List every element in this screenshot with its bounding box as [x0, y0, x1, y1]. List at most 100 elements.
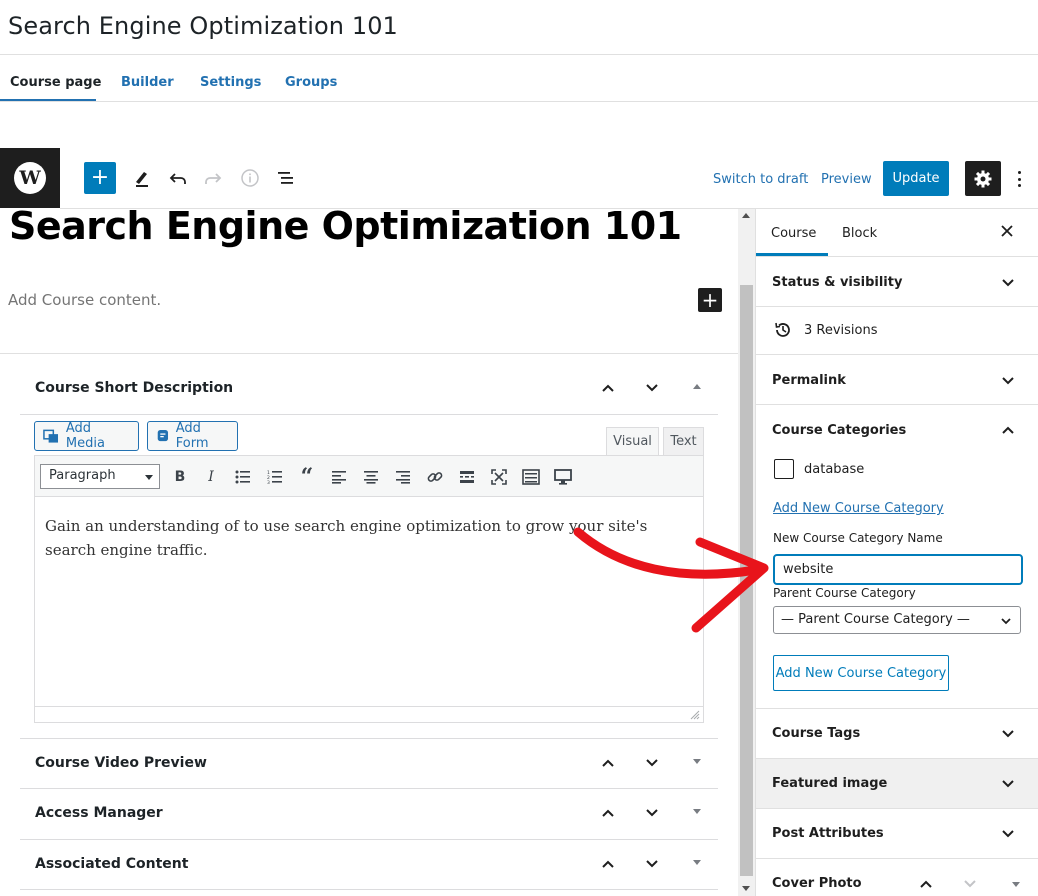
list-view-button[interactable]: [270, 162, 302, 194]
add-media-button[interactable]: Add Media: [34, 421, 139, 451]
move-up-button[interactable]: [596, 852, 620, 876]
metabox-title: Access Manager: [35, 805, 163, 821]
dropdown-caret-icon: [145, 475, 153, 480]
read-more-icon[interactable]: [456, 466, 478, 488]
scrollbar-thumb[interactable]: [740, 285, 753, 876]
more-options-button[interactable]: [1011, 168, 1027, 190]
tab-text[interactable]: Text: [663, 427, 704, 456]
switch-to-draft-button[interactable]: Switch to draft: [713, 172, 808, 187]
panel-status-visibility[interactable]: Status & visibility: [756, 256, 1038, 306]
tab-visual[interactable]: Visual: [606, 427, 659, 456]
post-title[interactable]: Search Engine Optimization 101: [9, 204, 682, 248]
toggle-panel-button[interactable]: [693, 384, 701, 389]
redo-button[interactable]: [197, 162, 229, 194]
undo-button[interactable]: [162, 162, 194, 194]
chevron-down-icon: [1001, 618, 1011, 625]
content-divider: [0, 353, 738, 354]
panel-revisions[interactable]: 3 Revisions: [756, 306, 1038, 354]
inline-add-block-button[interactable]: +: [698, 288, 722, 312]
move-down-button[interactable]: [640, 751, 664, 775]
editor-statusbar: [35, 706, 703, 722]
fullscreen-icon[interactable]: [488, 466, 510, 488]
toggle-panel-button[interactable]: [693, 809, 701, 814]
monitor-icon[interactable]: [552, 466, 574, 488]
panel-course-tags[interactable]: Course Tags: [756, 708, 1038, 758]
resize-handle-icon[interactable]: [690, 710, 700, 720]
metabox-title: Course Short Description: [35, 380, 234, 396]
move-down-button[interactable]: [640, 801, 664, 825]
wordpress-logo-button[interactable]: W: [0, 148, 60, 208]
plus-icon: +: [90, 165, 110, 190]
italic-icon[interactable]: I: [200, 466, 222, 488]
numbered-list-icon[interactable]: 123: [264, 466, 286, 488]
content-placeholder[interactable]: Add Course content.: [8, 291, 161, 309]
form-icon: [157, 429, 169, 442]
tab-builder[interactable]: Builder: [121, 75, 174, 90]
add-new-category-link[interactable]: Add New Course Category: [773, 501, 944, 516]
panel-title[interactable]: Course Categories: [772, 423, 906, 438]
undo-icon: [169, 173, 186, 184]
panel-cover-photo[interactable]: Cover Photo: [756, 858, 1038, 896]
tools-button[interactable]: [126, 162, 158, 194]
blockquote-icon[interactable]: “: [296, 464, 318, 490]
scroll-up-arrow-icon[interactable]: [742, 213, 750, 218]
metabox-associated-content-header[interactable]: Associated Content: [20, 840, 718, 890]
kebab-dot: [1017, 177, 1021, 181]
new-category-name-label: New Course Category Name: [773, 531, 943, 545]
panel-featured-image[interactable]: Featured image: [756, 758, 1038, 808]
panel-title: Cover Photo: [772, 876, 862, 891]
move-down-button[interactable]: [640, 376, 664, 400]
metabox-short-description-header[interactable]: Course Short Description: [20, 364, 718, 414]
chevron-down-icon: [646, 860, 658, 868]
wordpress-icon: W: [14, 162, 46, 194]
tab-course-page[interactable]: Course page: [10, 75, 101, 90]
panel-post-attributes[interactable]: Post Attributes: [756, 808, 1038, 858]
chevron-up-icon[interactable]: [1000, 422, 1016, 438]
parent-category-select[interactable]: — Parent Course Category —: [773, 606, 1021, 634]
bold-icon[interactable]: B: [169, 466, 191, 488]
chevron-down-icon[interactable]: [962, 876, 978, 892]
move-up-button[interactable]: [596, 751, 620, 775]
tab-settings[interactable]: Settings: [200, 75, 261, 90]
chevron-down-icon: [1002, 780, 1014, 788]
panel-title: Permalink: [772, 373, 846, 388]
move-up-button[interactable]: [596, 801, 620, 825]
move-up-button[interactable]: [596, 376, 620, 400]
close-sidebar-button[interactable]: [1000, 223, 1016, 243]
sidebar-tab-block[interactable]: Block: [842, 226, 877, 241]
toggle-panel-button[interactable]: [693, 759, 701, 764]
revisions-label: 3 Revisions: [804, 323, 878, 338]
metabox-title: Associated Content: [35, 856, 189, 872]
preview-button[interactable]: Preview: [821, 172, 872, 187]
format-select-value: Paragraph: [49, 468, 116, 483]
align-right-icon[interactable]: [392, 466, 414, 488]
align-center-icon[interactable]: [360, 466, 382, 488]
panel-permalink[interactable]: Permalink: [756, 354, 1038, 404]
toggle-panel-button[interactable]: [1012, 882, 1020, 887]
chevron-down-icon: [646, 809, 658, 817]
add-new-category-button[interactable]: Add New Course Category: [773, 655, 949, 691]
chevron-up-icon[interactable]: [918, 876, 934, 892]
add-form-button[interactable]: Add Form: [147, 421, 238, 451]
metabox-video-preview-header[interactable]: Course Video Preview: [20, 739, 718, 789]
update-button[interactable]: Update: [883, 161, 949, 196]
toolbar-toggle-icon[interactable]: [520, 466, 542, 488]
editor-content[interactable]: Gain an understanding of to use search e…: [45, 514, 685, 562]
link-icon[interactable]: [424, 466, 446, 488]
new-category-name-input[interactable]: website: [773, 554, 1023, 585]
settings-button[interactable]: [965, 161, 1001, 196]
metabox-access-manager-header[interactable]: Access Manager: [20, 789, 718, 839]
align-left-icon[interactable]: [328, 466, 350, 488]
details-button[interactable]: [234, 162, 266, 194]
format-select[interactable]: Paragraph: [40, 464, 160, 489]
sidebar-tab-course[interactable]: Course: [771, 226, 816, 241]
move-down-button[interactable]: [640, 852, 664, 876]
toggle-panel-button[interactable]: [693, 860, 701, 865]
metabox-title: Course Video Preview: [35, 755, 207, 771]
bulleted-list-icon[interactable]: [232, 466, 254, 488]
category-checkbox-database[interactable]: [774, 459, 794, 479]
add-block-button[interactable]: +: [84, 162, 116, 194]
scroll-down-arrow-icon[interactable]: [742, 886, 750, 891]
plus-icon: +: [701, 288, 719, 312]
tab-groups[interactable]: Groups: [285, 75, 337, 90]
